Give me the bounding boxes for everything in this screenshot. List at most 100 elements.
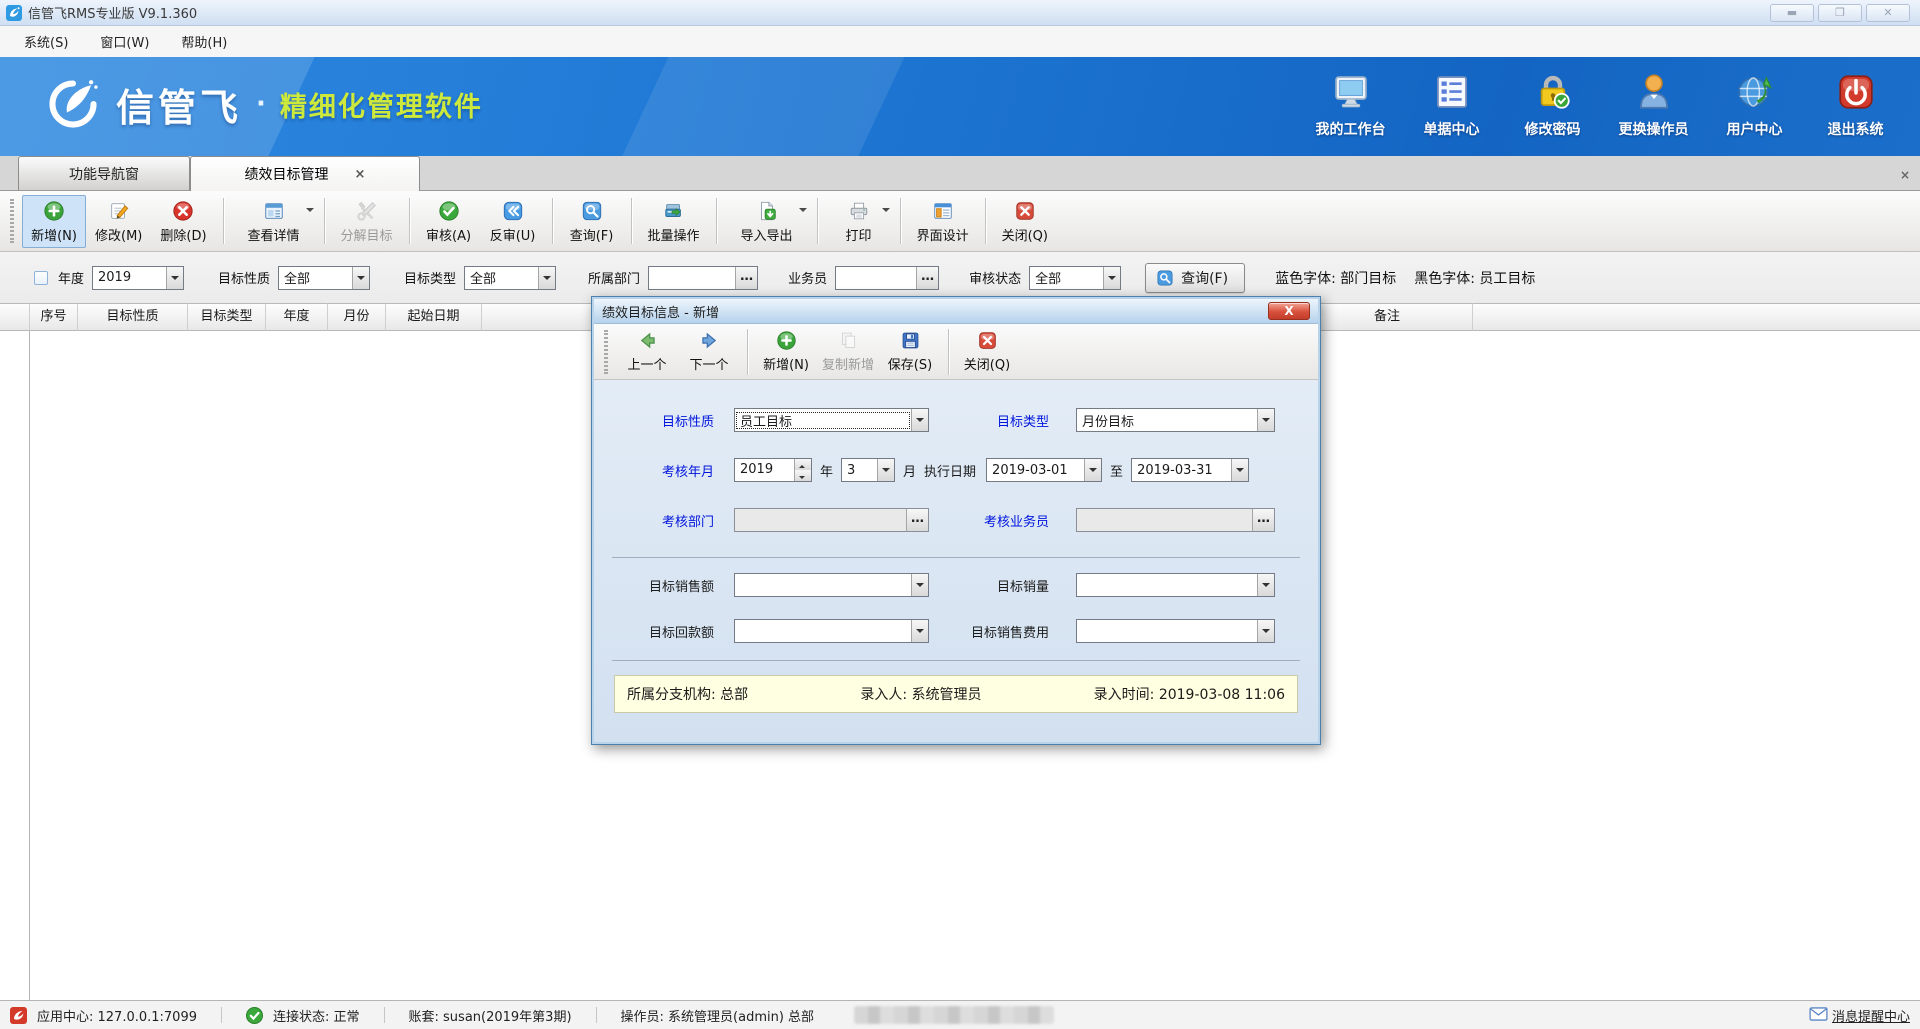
ellipsis-picker-icon[interactable]: …	[916, 267, 938, 289]
toolbar-view-detail-button[interactable]: 查看详情	[231, 195, 317, 248]
banner-action-user-center[interactable]: 用户中心	[1704, 69, 1805, 139]
tab-close-icon[interactable]: ×	[355, 167, 366, 182]
mail-icon	[1809, 1007, 1826, 1024]
chevron-down-icon[interactable]	[1257, 409, 1274, 431]
ellipsis-picker-icon[interactable]: …	[906, 509, 928, 531]
grid-col-seq[interactable]: 序号	[30, 303, 78, 331]
year-checkbox[interactable]	[34, 271, 48, 285]
power-exit-icon	[1835, 71, 1877, 113]
toolbar-ui-design-button[interactable]: 界面设计	[908, 195, 978, 248]
toolbar-delete-button[interactable]: 删除(D)	[151, 195, 215, 248]
toolbar-decompose-button[interactable]: 分解目标	[332, 195, 402, 248]
banner-action-documents[interactable]: 单据中心	[1401, 69, 1502, 139]
grid-col-type[interactable]: 目标类型	[188, 303, 266, 331]
toolbar-separator	[747, 329, 748, 375]
year-filter-combo[interactable]: 2019	[92, 266, 184, 290]
restore-button[interactable]: ❐	[1818, 4, 1862, 22]
chevron-down-icon[interactable]	[877, 459, 894, 481]
nature-filter-label: 目标性质	[218, 268, 270, 287]
password-lock-icon	[1532, 71, 1574, 113]
tabbar-close-icon[interactable]: ×	[1900, 168, 1910, 182]
status-bar: 应用中心: 127.0.0.1:7099 连接状态: 正常 账套: susan(…	[0, 1000, 1920, 1029]
dropdown-caret-icon[interactable]	[882, 208, 890, 216]
grid-col-start-date[interactable]: 起始日期	[386, 303, 482, 331]
to-label: 至	[1110, 461, 1123, 480]
exec-end-combo[interactable]: 2019-03-31	[1131, 458, 1249, 482]
window-title: 信管飞RMS专业版 V9.1.360	[28, 3, 197, 22]
toolbar-add-button[interactable]: 新增(N)	[22, 195, 86, 248]
salesman-filter-field[interactable]: …	[835, 266, 939, 290]
connection-text: 连接状态: 正常	[273, 1006, 360, 1025]
dialog-add-button[interactable]: 新增(N)	[755, 330, 817, 373]
type-filter-combo[interactable]: 全部	[464, 266, 556, 290]
dialog-save-button[interactable]: 保存(S)	[879, 330, 941, 373]
banner-action-workbench[interactable]: 我的工作台	[1300, 69, 1401, 139]
dialog-close-toolbar-button[interactable]: 关闭(Q)	[956, 330, 1018, 373]
exec-start-combo[interactable]: 2019-03-01	[986, 458, 1102, 482]
dialog-next-button[interactable]: 下一个	[678, 330, 740, 373]
banner-action-exit[interactable]: 退出系统	[1805, 69, 1906, 139]
query-button[interactable]: 查询(F)	[1145, 263, 1245, 293]
grid-col-selector[interactable]	[0, 303, 30, 331]
toolbar-query-button[interactable]: 查询(F)	[560, 195, 624, 248]
spin-down-icon[interactable]	[795, 470, 811, 481]
month-combo[interactable]: 3	[841, 458, 895, 482]
salesman-picker[interactable]: …	[1076, 508, 1275, 532]
type-combo[interactable]: 月份目标	[1076, 408, 1275, 432]
close-window-button[interactable]: ✕	[1866, 4, 1910, 22]
banner-action-change-password[interactable]: 修改密码	[1502, 69, 1603, 139]
toolbar-edit-button[interactable]: 修改(M)	[86, 195, 151, 248]
chevron-down-icon[interactable]	[1084, 459, 1101, 481]
audit-filter-combo[interactable]: 全部	[1029, 266, 1121, 290]
spin-up-icon[interactable]	[795, 459, 811, 470]
chevron-down-icon[interactable]	[538, 267, 555, 289]
dropdown-caret-icon[interactable]	[799, 208, 807, 216]
grid-col-nature[interactable]: 目标性质	[78, 303, 188, 331]
nature-combo[interactable]: 员工目标	[734, 408, 929, 432]
dialog-titlebar[interactable]: 绩效目标信息 - 新增 X	[594, 299, 1318, 324]
dept-filter-field[interactable]: …	[648, 266, 758, 290]
toolbar-close-button[interactable]: 关闭(Q)	[993, 195, 1057, 248]
nature-filter-combo[interactable]: 全部	[278, 266, 370, 290]
dropdown-caret-icon[interactable]	[306, 208, 314, 216]
chevron-down-icon[interactable]	[352, 267, 369, 289]
chevron-down-icon[interactable]	[911, 409, 928, 431]
sales-amount-combo[interactable]	[734, 573, 929, 597]
documents-icon	[1431, 71, 1473, 113]
menu-window[interactable]: 窗口(W)	[86, 28, 163, 55]
payment-combo[interactable]	[734, 619, 929, 643]
dialog-copy-add-button[interactable]: 复制新增	[817, 330, 879, 373]
dialog-toolbar: 上一个 下一个 新增(N) 复制新增 保存(S) 关闭(Q)	[594, 324, 1318, 380]
toolbar-import-export-button[interactable]: 导入导出	[724, 195, 810, 248]
banner-action-switch-operator[interactable]: 更换操作员	[1603, 69, 1704, 139]
chevron-down-icon[interactable]	[166, 267, 183, 289]
tab-function-nav[interactable]: 功能导航窗	[18, 156, 190, 190]
chevron-down-icon[interactable]	[911, 574, 928, 596]
chevron-down-icon[interactable]	[1257, 574, 1274, 596]
chevron-down-icon[interactable]	[1231, 459, 1248, 481]
expense-combo[interactable]	[1076, 619, 1275, 643]
menu-help[interactable]: 帮助(H)	[167, 28, 241, 55]
toolbar-approve-button[interactable]: 审核(A)	[417, 195, 481, 248]
dialog-close-button[interactable]: X	[1268, 302, 1310, 320]
year-spinner[interactable]: 2019	[734, 458, 812, 482]
toolbar-print-button[interactable]: 打印	[825, 195, 893, 248]
ellipsis-picker-icon[interactable]: …	[735, 267, 757, 289]
chevron-down-icon[interactable]	[1103, 267, 1120, 289]
grid-col-year[interactable]: 年度	[266, 303, 328, 331]
tab-performance-targets[interactable]: 绩效目标管理 ×	[190, 156, 420, 191]
sales-qty-combo[interactable]	[1076, 573, 1275, 597]
dialog-prev-button[interactable]: 上一个	[616, 330, 678, 373]
chevron-down-icon[interactable]	[1257, 620, 1274, 642]
grid-col-month[interactable]: 月份	[328, 303, 386, 331]
minimize-button[interactable]: ▬	[1770, 4, 1814, 22]
menu-system[interactable]: 系统(S)	[10, 28, 82, 55]
message-center-link[interactable]: 消息提醒中心	[1809, 1006, 1910, 1025]
ellipsis-picker-icon[interactable]: …	[1252, 509, 1274, 531]
toolbar-batch-button[interactable]: 批量操作	[639, 195, 709, 248]
create-time-info: 录入时间: 2019-03-08 11:06	[1094, 684, 1285, 704]
dept-picker[interactable]: …	[734, 508, 929, 532]
chevron-down-icon[interactable]	[911, 620, 928, 642]
grid-col-remark[interactable]: 备注	[1303, 303, 1473, 331]
toolbar-unapprove-button[interactable]: 反审(U)	[481, 195, 545, 248]
